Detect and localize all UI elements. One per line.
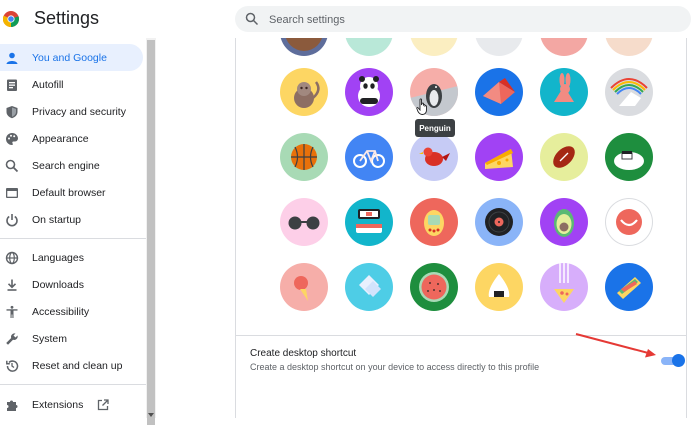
smiley-avatar-icon[interactable] — [605, 198, 653, 246]
search-icon — [5, 159, 19, 172]
pizza-avatar-icon[interactable] — [540, 263, 588, 311]
sidebar-item-languages[interactable]: Languages — [0, 244, 146, 271]
sidebar-item-default-browser[interactable]: Default browser — [0, 179, 146, 206]
shortcut-description: Create a desktop shortcut on your device… — [250, 362, 540, 372]
panda-avatar-icon[interactable] — [345, 68, 393, 116]
watermelon-avatar-icon[interactable] — [410, 263, 458, 311]
sidebar-item-privacy-and-security[interactable]: Privacy and security — [0, 98, 146, 125]
sidebar-item-accessibility[interactable]: Accessibility — [0, 298, 146, 325]
search-input[interactable] — [267, 10, 671, 30]
avatar-partial[interactable] — [475, 38, 523, 56]
hand-cursor-icon — [416, 98, 427, 115]
search-icon — [245, 12, 259, 26]
globe-icon — [5, 251, 19, 264]
shortcut-title: Create desktop shortcut — [250, 348, 357, 359]
football-avatar-icon[interactable] — [540, 133, 588, 181]
tamagotchi-avatar-icon[interactable] — [410, 198, 458, 246]
avatar-partial[interactable] — [280, 38, 328, 56]
search-box[interactable] — [235, 6, 691, 32]
header: Settings — [0, 0, 700, 38]
ice-cream-avatar-icon[interactable] — [280, 263, 328, 311]
avatar-partial[interactable] — [410, 38, 458, 56]
sushi-roll-avatar-icon[interactable] — [345, 198, 393, 246]
sidebar-item-label: Languages — [32, 251, 84, 264]
desktop-shortcut-toggle[interactable] — [661, 353, 685, 367]
chrome-logo-icon — [3, 11, 19, 27]
sidebar-scrollbar[interactable] — [146, 38, 156, 425]
sidebar-divider — [0, 384, 146, 385]
scrollbar-thumb[interactable] — [147, 40, 155, 425]
history-icon — [6, 359, 19, 372]
profile-customization-card: Penguin Create desktop shortcut Create a… — [235, 38, 687, 418]
sidebar-item-label: Search engine — [32, 159, 100, 172]
avatar-partial[interactable] — [345, 38, 393, 56]
shield-icon — [6, 105, 18, 118]
sandwich-avatar-icon[interactable] — [605, 263, 653, 311]
sidebar-item-label: Accessibility — [32, 305, 90, 318]
sidebar-item-system[interactable]: System — [0, 325, 146, 352]
sidebar-item-label: You and Google — [32, 51, 107, 64]
monkey-avatar-icon[interactable] — [280, 68, 328, 116]
unicorn-avatar-icon[interactable] — [605, 68, 653, 116]
person-icon — [6, 52, 18, 64]
sidebar-item-label: Reset and clean up — [32, 359, 123, 372]
avocado-avatar-icon[interactable] — [540, 198, 588, 246]
sidebar-divider — [0, 238, 146, 239]
palette-icon — [6, 132, 18, 145]
sushi-plate-avatar-icon[interactable] — [605, 133, 653, 181]
avatar-tooltip: Penguin — [415, 119, 455, 137]
sidebar-item-label: Appearance — [32, 132, 89, 145]
puzzle-icon — [7, 400, 18, 411]
scroll-down-arrow-icon[interactable] — [148, 413, 154, 417]
sidebar-item-search-engine[interactable]: Search engine — [0, 152, 146, 179]
onigiri-avatar-icon[interactable] — [475, 263, 523, 311]
power-icon — [6, 213, 18, 226]
red-bird-avatar-icon[interactable] — [410, 133, 458, 181]
download-icon — [7, 279, 17, 291]
sidebar: You and Google Autofill Privacy and secu… — [0, 38, 146, 418]
sidebar-item-label: Extensions — [32, 398, 84, 411]
avatar-partial[interactable] — [605, 38, 653, 56]
rabbit-avatar-icon[interactable] — [540, 68, 588, 116]
sidebar-item-extensions[interactable]: Extensions — [0, 391, 146, 418]
avatar-grid — [236, 38, 686, 348]
avatar-partial[interactable] — [540, 38, 588, 56]
sidebar-item-label: Downloads — [32, 278, 84, 291]
sidebar-item-label: System — [32, 332, 68, 345]
sidebar-item-label: On startup — [32, 213, 82, 226]
sidebar-item-label: Autofill — [32, 78, 64, 91]
page-title: Settings — [34, 8, 100, 28]
sidebar-item-you-and-google[interactable]: You and Google — [0, 44, 143, 71]
open-in-new-icon[interactable] — [97, 398, 110, 411]
sidebar-item-autofill[interactable]: Autofill — [0, 71, 146, 98]
accessibility-icon — [6, 305, 18, 318]
toggle-knob — [672, 354, 685, 367]
basketball-avatar-icon[interactable] — [280, 133, 328, 181]
sidebar-item-label: Privacy and security — [32, 105, 126, 118]
bicycle-avatar-icon[interactable] — [345, 133, 393, 181]
sunglasses-avatar-icon[interactable] — [280, 198, 328, 246]
sidebar-item-downloads[interactable]: Downloads — [0, 271, 146, 298]
ice-cube-avatar-icon[interactable] — [345, 263, 393, 311]
cheese-avatar-icon[interactable] — [475, 133, 523, 181]
sidebar-item-on-startup[interactable]: On startup — [0, 206, 146, 233]
browser-window-icon — [6, 187, 18, 198]
sidebar-item-reset-and-clean-up[interactable]: Reset and clean up — [0, 352, 146, 379]
annotation-arrow-icon — [575, 333, 656, 358]
vinyl-record-avatar-icon[interactable] — [475, 198, 523, 246]
clipboard-icon — [7, 79, 17, 91]
origami-bird-avatar-icon[interactable] — [475, 68, 523, 116]
sidebar-item-appearance[interactable]: Appearance — [0, 125, 146, 152]
sidebar-item-label: Default browser — [32, 186, 106, 199]
wrench-icon — [6, 332, 18, 345]
